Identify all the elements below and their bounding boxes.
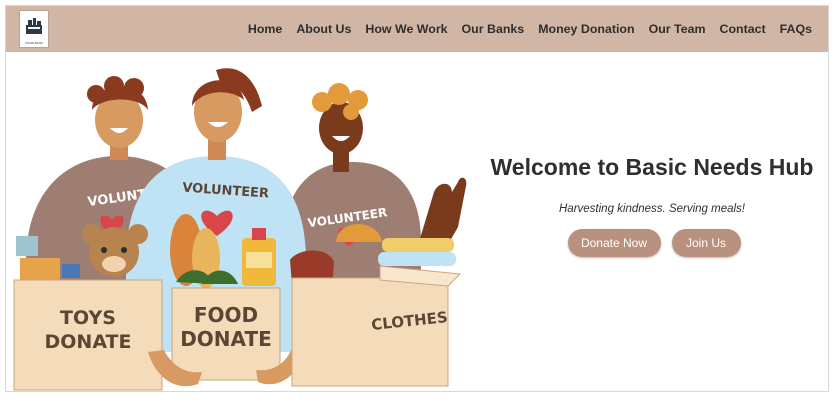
nav-home[interactable]: Home [248,22,282,36]
food-bank-logo[interactable]: FOOD BANK [19,10,49,48]
toys-box-line1: TOYS [60,307,116,329]
nav-contact[interactable]: Contact [720,22,766,36]
join-us-button[interactable]: Join Us [671,229,741,257]
volunteers-illustration: VOLUNTEER VOLUNTEER VOLUNTEER TOYS DONAT… [13,68,467,391]
hero-title: Welcome to Basic Needs Hub [490,154,814,180]
nav-our-team[interactable]: Our Team [649,22,706,36]
clothes-box: CLOTHES [291,265,462,387]
nav-our-banks[interactable]: Our Banks [462,22,525,36]
hero-subtitle: Harvesting kindness. Serving meals! [559,203,745,215]
nav-about-us[interactable]: About Us [296,22,351,36]
donate-now-button[interactable]: Donate Now [567,229,661,257]
main-nav: Home About Us How We Work Our Banks Mone… [248,6,812,52]
nav-money-donation[interactable]: Money Donation [538,22,634,36]
hero-buttons: Donate Now Join Us [466,229,828,257]
page-frame: FOOD BANK Home About Us How We Work Our … [5,5,829,392]
nav-faqs[interactable]: FAQs [780,22,812,36]
toys-box-line2: DONATE [45,331,132,353]
logo-caption: FOOD BANK [25,41,43,45]
top-navbar: FOOD BANK Home About Us How We Work Our … [6,6,828,52]
food-box-line2: DONATE [180,327,272,351]
toys-box: TOYS DONATE [13,279,163,391]
logo-emblem-icon [26,18,42,34]
hero-section: Welcome to Basic Needs Hub Harvesting ki… [466,154,828,257]
food-box-line1: FOOD [194,303,258,327]
nav-how-we-work[interactable]: How We Work [365,22,447,36]
